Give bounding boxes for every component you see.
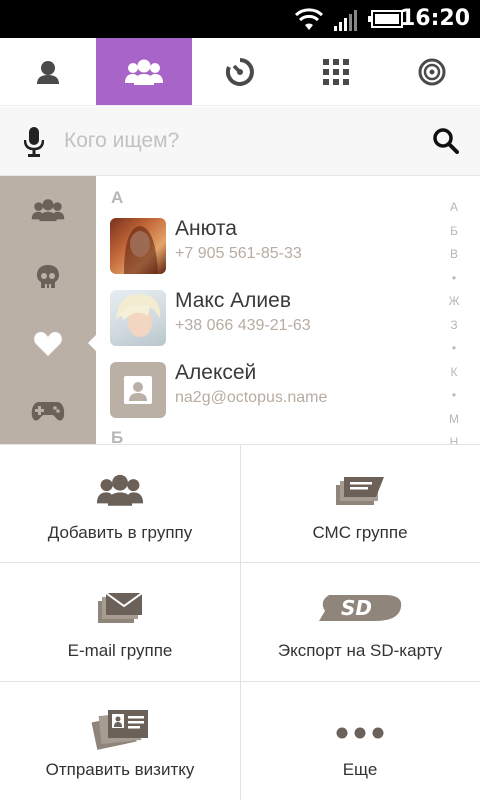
- tab-dialpad[interactable]: [288, 38, 384, 105]
- avatar-placeholder-icon: [110, 362, 166, 418]
- alpha-letter[interactable]: З: [444, 314, 464, 338]
- group-icon: [125, 59, 163, 85]
- signal-icon: [334, 10, 357, 31]
- dialpad-icon: [323, 58, 349, 85]
- wifi-icon: [294, 8, 324, 30]
- contact-detail: na2g@octopus.name: [175, 389, 328, 406]
- search-input[interactable]: Кого ищем?: [64, 129, 179, 153]
- tab-groups[interactable]: [96, 38, 192, 105]
- microphone-icon[interactable]: [24, 127, 44, 157]
- action-label: Добавить в группу: [47, 523, 193, 542]
- alpha-letter[interactable]: А: [444, 196, 464, 220]
- battery-icon: [368, 10, 403, 28]
- add-to-group-button[interactable]: Добавить в группу: [0, 445, 240, 563]
- tab-contact[interactable]: [0, 38, 96, 105]
- alpha-letter[interactable]: •: [444, 337, 464, 361]
- action-label: СМС группе: [312, 523, 408, 542]
- recent-icon: [226, 57, 254, 86]
- search-icon[interactable]: [433, 128, 459, 154]
- contact-detail: +38 066 439-21-63: [175, 317, 311, 334]
- alpha-letter[interactable]: В: [444, 243, 464, 267]
- alpha-letter[interactable]: К: [444, 361, 464, 385]
- more-icon: [336, 727, 384, 739]
- person-icon: [37, 60, 59, 84]
- add-to-group-icon: [96, 474, 144, 506]
- section-letter: А: [111, 188, 124, 207]
- send-card-button[interactable]: Отправить визитку: [0, 682, 240, 800]
- contact-list: А Анюта +7 905 561-85-33 Макс Алиев +38 …: [96, 176, 480, 444]
- gamepad-icon: [31, 401, 65, 420]
- action-label: E-mail группе: [67, 641, 173, 660]
- alphabet-index[interactable]: А Б В • Ж З • К • М Н: [444, 196, 464, 455]
- search-bar: Кого ищем?: [0, 107, 480, 176]
- avatar: [110, 218, 166, 274]
- alpha-letter[interactable]: Ж: [444, 290, 464, 314]
- status-bar: 16:20: [0, 0, 480, 38]
- business-card-icon: [91, 710, 148, 750]
- contact-detail: +7 905 561-85-33: [175, 245, 302, 262]
- alpha-letter[interactable]: Б: [444, 220, 464, 244]
- avatar: [110, 290, 166, 346]
- sms-group-button[interactable]: СМС группе: [240, 445, 480, 563]
- target-icon: [418, 58, 446, 85]
- sms-group-icon: [336, 477, 384, 505]
- alpha-letter[interactable]: М: [444, 408, 464, 432]
- contact-row[interactable]: Макс Алиев +38 066 439-21-63: [96, 282, 426, 354]
- action-label: Экспорт на SD-карту: [277, 641, 443, 660]
- group-rail: [0, 176, 96, 444]
- sd-card-icon: SD: [319, 595, 402, 621]
- rail-games[interactable]: [0, 377, 96, 444]
- action-label: Еще: [342, 760, 378, 779]
- export-sd-button[interactable]: SD Экспорт на SD-карту: [240, 563, 480, 681]
- contact-name: Алексей: [175, 361, 257, 384]
- alpha-letter[interactable]: •: [444, 267, 464, 291]
- more-button[interactable]: Еще: [240, 682, 480, 800]
- heart-icon: [34, 331, 62, 356]
- contact-name: Анюта: [175, 217, 237, 240]
- skull-icon: [37, 264, 59, 288]
- email-group-icon: [98, 592, 142, 623]
- group-icon: [31, 198, 65, 221]
- contact-row[interactable]: Алексей na2g@octopus.name: [96, 354, 426, 426]
- rail-all-groups[interactable]: [0, 176, 96, 243]
- alpha-letter[interactable]: •: [444, 384, 464, 408]
- tab-bar: [0, 38, 480, 106]
- tab-recent[interactable]: [192, 38, 288, 105]
- status-time: 16:20: [399, 6, 470, 31]
- rail-favorites[interactable]: [0, 310, 96, 377]
- action-label: Отправить визитку: [45, 760, 195, 779]
- section-letter: Б: [111, 428, 124, 444]
- contact-name: Макс Алиев: [175, 289, 291, 312]
- contact-row[interactable]: Анюта +7 905 561-85-33: [96, 210, 426, 282]
- email-group-button[interactable]: E-mail группе: [0, 563, 240, 681]
- svg-text:SD: SD: [341, 596, 372, 620]
- rail-skull[interactable]: [0, 243, 96, 310]
- tab-settings[interactable]: [384, 38, 480, 105]
